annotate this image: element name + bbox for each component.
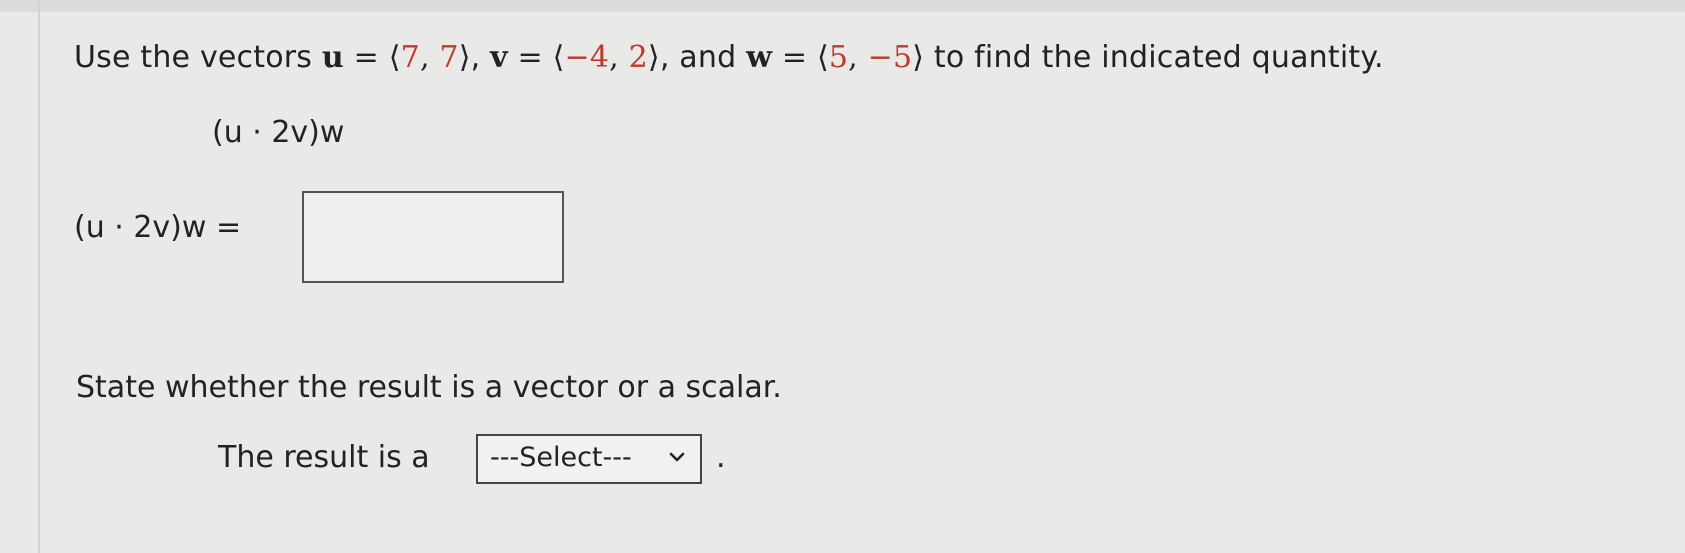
w-y: −5 (867, 40, 913, 75)
and-text: , and (659, 40, 737, 75)
select-value: ---Select--- (490, 442, 632, 473)
result-period: . (716, 440, 726, 475)
question-panel: Use the vectors u = ⟨7, 7⟩, v = ⟨−4, 2⟩,… (0, 0, 1685, 553)
expression-display: (u · 2v)w (212, 115, 345, 150)
v-x: −4 (564, 40, 610, 75)
v-y: 2 (628, 40, 648, 75)
answer-label: (u · 2v)w = (74, 210, 242, 245)
comma: , (470, 40, 481, 75)
vector-u-value: ⟨7, 7⟩ (388, 40, 471, 75)
equals-sign-w: = (781, 40, 817, 75)
prompt-text: Use the vectors u = ⟨7, 7⟩, v = ⟨−4, 2⟩,… (74, 40, 1384, 75)
vector-v-value: ⟨−4, 2⟩ (552, 40, 660, 75)
result-select[interactable]: ---Select--- (476, 434, 702, 484)
result-label: The result is a (218, 440, 430, 475)
vector-u-name: u (321, 40, 344, 75)
equals-sign-v: = (517, 40, 553, 75)
vector-w-value: ⟨5, −5⟩ (816, 40, 925, 75)
vector-v-name: v (490, 40, 508, 75)
scalar-question: State whether the result is a vector or … (76, 370, 782, 405)
u-x: 7 (400, 40, 420, 75)
prompt-tail: to find the indicated quantity. (933, 40, 1384, 75)
chevron-down-icon (669, 452, 685, 462)
vector-w-name: w (746, 40, 773, 75)
w-x: 5 (828, 40, 849, 75)
u-y: 7 (439, 40, 459, 75)
prompt-lead: Use the vectors (74, 40, 313, 75)
answer-input[interactable] (302, 191, 564, 283)
equals-sign: = (353, 40, 389, 75)
